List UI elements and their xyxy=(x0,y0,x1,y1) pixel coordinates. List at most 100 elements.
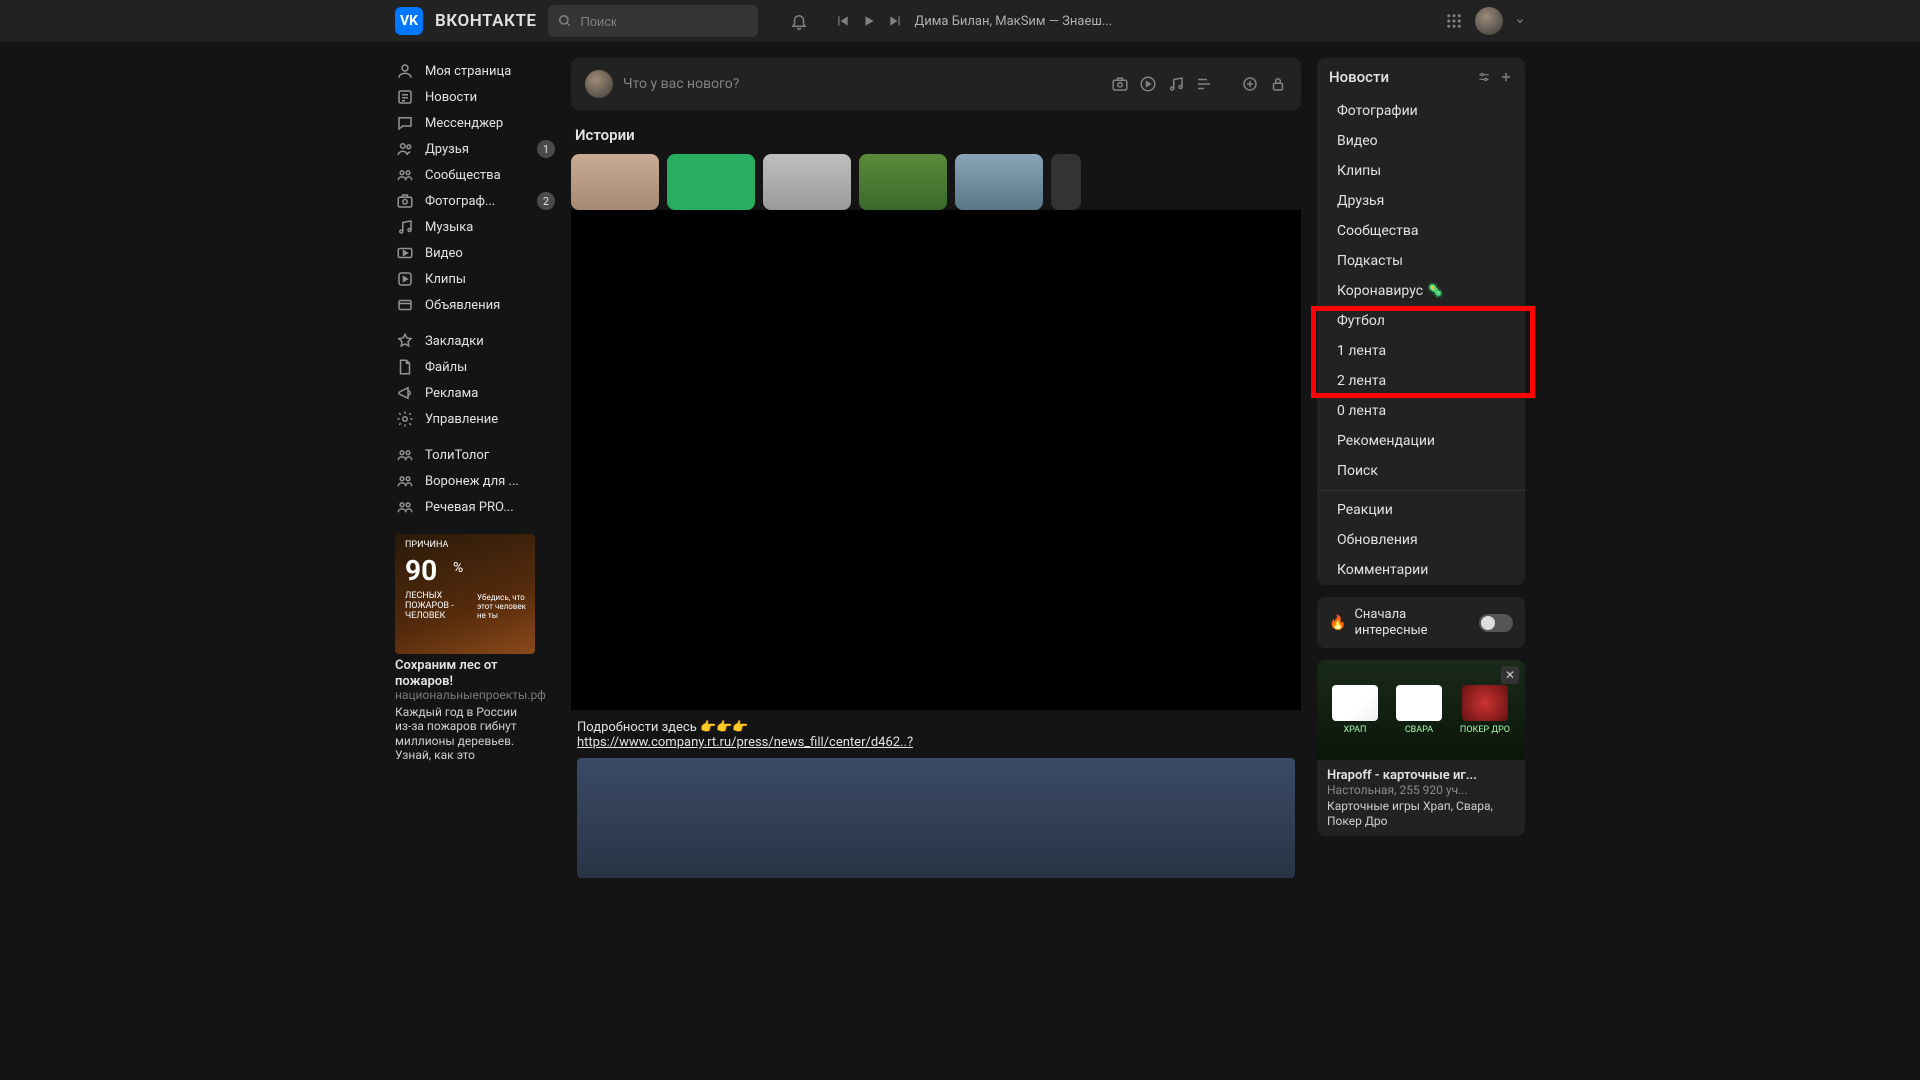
stories-row xyxy=(571,154,1301,210)
nav-item-файлы[interactable]: Файлы xyxy=(395,354,555,380)
post-details: Подробности здесь 👉👉👉 https://www.compan… xyxy=(571,710,1301,888)
feed-filter-item[interactable]: Друзья xyxy=(1317,186,1525,216)
story-item[interactable] xyxy=(571,154,659,210)
chevron-down-icon[interactable] xyxy=(1515,16,1525,26)
feed-filter-item[interactable]: Обновления xyxy=(1317,525,1525,555)
user-avatar[interactable] xyxy=(1475,7,1503,35)
nav-item-реклама[interactable]: Реклама xyxy=(395,380,555,406)
nav-item-управление[interactable]: Управление xyxy=(395,406,555,432)
feed-filter-item[interactable]: Футбол xyxy=(1317,306,1525,336)
next-track-icon[interactable] xyxy=(888,14,902,28)
feed-filter-item[interactable]: Сообщества xyxy=(1317,216,1525,246)
close-icon[interactable]: ✕ xyxy=(1501,666,1519,684)
feed-filter-item[interactable]: 1 лента xyxy=(1317,336,1525,366)
now-playing-text[interactable]: Дима Билан, МакSим — Знаеш... xyxy=(914,14,1112,29)
post-image[interactable] xyxy=(577,758,1295,878)
fire-icon: 🔥 xyxy=(1329,615,1346,631)
compose-avatar xyxy=(585,70,613,98)
post-link[interactable]: https://www.company.rt.ru/press/news_fil… xyxy=(577,735,913,750)
chat-icon xyxy=(395,114,415,132)
news-filter-head: Новости xyxy=(1317,58,1525,96)
filter-settings-icon[interactable] xyxy=(1477,70,1491,84)
camera-icon[interactable] xyxy=(1111,75,1129,93)
feed-filter-item[interactable]: Видео xyxy=(1317,126,1525,156)
nav-item-объявления[interactable]: Объявления xyxy=(395,292,555,318)
bookmark-icon xyxy=(395,332,415,350)
group-icon xyxy=(395,472,415,490)
feed-filter-item[interactable]: Комментарии xyxy=(1317,555,1525,585)
feed-filter-item[interactable]: Поиск xyxy=(1317,456,1525,486)
nav-item-клипы[interactable]: Клипы xyxy=(395,266,555,292)
file-icon xyxy=(395,358,415,376)
promo-title: Сохраним лес от пожаров! xyxy=(395,658,535,689)
poll-icon[interactable] xyxy=(1195,75,1213,93)
left-nav: Моя страница Новости Мессенджер Друзья 1 Сооб… xyxy=(395,58,555,888)
story-item[interactable] xyxy=(1051,154,1081,210)
promo-description: Каждый год в России из-за пожаров гибнут… xyxy=(395,705,535,763)
feed-filter-item[interactable]: Рекомендации xyxy=(1317,426,1525,456)
side-ad[interactable]: ✕ ХРАП СВАРА ПОКЕР ДРО Hrapoff - карточн… xyxy=(1317,660,1525,836)
nav-item-видео[interactable]: Видео xyxy=(395,240,555,266)
promo-image: ПРИЧИНА 90 % ЛЕСНЫХ ПОЖАРОВ - ЧЕЛОВЕК Уб… xyxy=(395,534,535,654)
compose-box[interactable]: Что у вас нового? xyxy=(571,58,1301,110)
nav-item-закладки[interactable]: Закладки xyxy=(395,328,555,354)
nav-label: Воронеж для ... xyxy=(425,474,519,489)
lock-icon[interactable] xyxy=(1269,75,1287,93)
news-filter-panel: Новости ФотографииВидеоКлипыДрузьяСообще… xyxy=(1317,58,1525,585)
nav-item-друзья[interactable]: Друзья 1 xyxy=(395,136,555,162)
nav-item-воронеж-для-[interactable]: Воронеж для ... xyxy=(395,468,555,494)
nav-label: Моя страница xyxy=(425,64,511,79)
nav-item-музыка[interactable]: Музыка xyxy=(395,214,555,240)
prev-track-icon[interactable] xyxy=(836,14,850,28)
vk-logo-icon[interactable]: VK xyxy=(395,7,423,35)
feed-filter-item[interactable]: 2 лента xyxy=(1317,366,1525,396)
nav-label: Друзья xyxy=(425,142,469,157)
music-icon xyxy=(395,218,415,236)
video-icon xyxy=(395,244,415,262)
nav-label: Мессенджер xyxy=(425,116,503,131)
nav-item-сообщества[interactable]: Сообщества xyxy=(395,162,555,188)
nav-label: Видео xyxy=(425,246,463,261)
search-input[interactable] xyxy=(580,14,756,29)
ad-description: Карточные игры Храп, Свара, Покер Дро xyxy=(1327,799,1515,828)
nav-item-мессенджер[interactable]: Мессенджер xyxy=(395,110,555,136)
nav-item-речевая-pro-[interactable]: Речевая PRO... xyxy=(395,494,555,520)
interesting-first-toggle[interactable]: 🔥 Сначала интересные xyxy=(1317,597,1525,648)
feed-filter-item[interactable]: Подкасты xyxy=(1317,246,1525,276)
nav-item-толитолог[interactable]: ТолиТолог xyxy=(395,442,555,468)
main-feed: Что у вас нового? Истории Подробности зд… xyxy=(571,58,1301,888)
nav-label: Реклама xyxy=(425,386,478,401)
feed-filter-item[interactable]: 0 лента xyxy=(1317,396,1525,426)
story-item[interactable] xyxy=(763,154,851,210)
video-add-icon[interactable] xyxy=(1139,75,1157,93)
photo-icon xyxy=(395,192,415,210)
nav-label: Объявления xyxy=(425,298,500,313)
apps-grid-icon[interactable] xyxy=(1445,12,1463,30)
toggle-switch[interactable] xyxy=(1479,614,1513,632)
notifications-icon[interactable] xyxy=(790,12,808,30)
story-item[interactable] xyxy=(667,154,755,210)
sparkle-icon[interactable] xyxy=(1241,75,1259,93)
search-input-container[interactable] xyxy=(548,5,758,37)
feed-filter-item[interactable]: Реакции xyxy=(1317,495,1525,525)
group-icon xyxy=(395,446,415,464)
nav-item-моя-страница[interactable]: Моя страница xyxy=(395,58,555,84)
story-item[interactable] xyxy=(859,154,947,210)
feed-filter-item[interactable]: Фотографии xyxy=(1317,96,1525,126)
nav-item-фотограф-[interactable]: Фотограф...2 xyxy=(395,188,555,214)
feed-filter-item[interactable]: Клипы xyxy=(1317,156,1525,186)
nav-badge: 1 xyxy=(537,140,555,158)
nav-item-новости[interactable]: Новости xyxy=(395,84,555,110)
promo-block[interactable]: ПРИЧИНА 90 % ЛЕСНЫХ ПОЖАРОВ - ЧЕЛОВЕК Уб… xyxy=(395,534,535,763)
post-details-text: Подробности здесь 👉👉👉 xyxy=(577,720,1295,735)
music-note-icon[interactable] xyxy=(1167,75,1185,93)
add-filter-icon[interactable] xyxy=(1499,70,1513,84)
nav-label: Управление xyxy=(425,412,498,427)
group-icon xyxy=(395,166,415,184)
feed-filter-item[interactable]: Коронавирус 🦠 xyxy=(1317,276,1525,306)
ad-image: ✕ ХРАП СВАРА ПОКЕР ДРО xyxy=(1317,660,1525,760)
brand-name[interactable]: ВКОНТАКТЕ xyxy=(435,11,536,31)
obscured-region xyxy=(571,210,1301,710)
story-item[interactable] xyxy=(955,154,1043,210)
play-icon[interactable] xyxy=(862,14,876,28)
